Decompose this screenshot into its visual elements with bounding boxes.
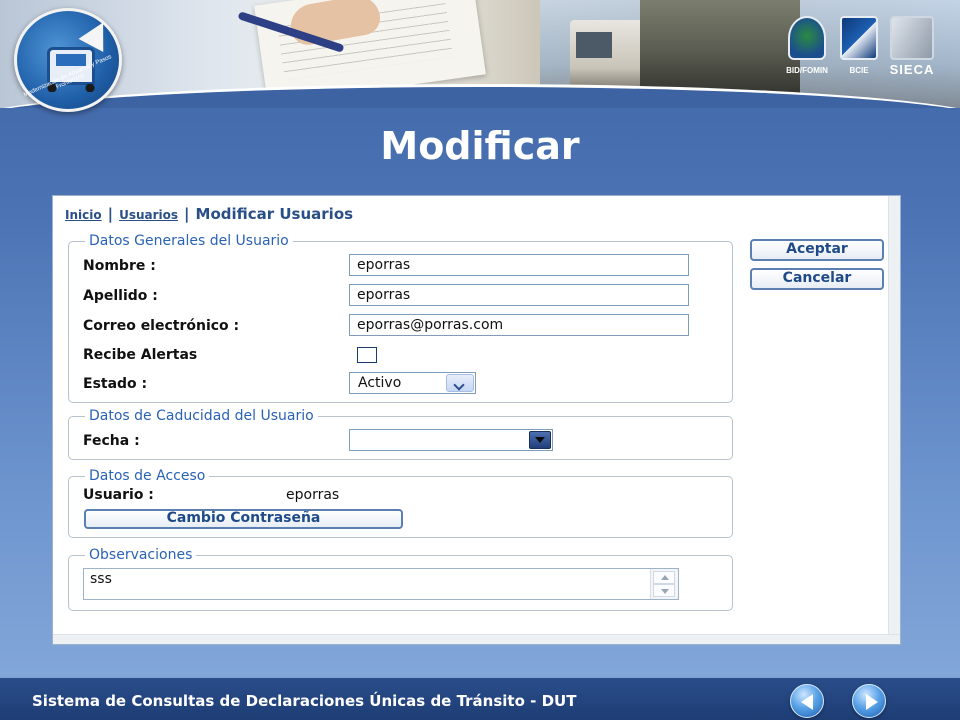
- name-field[interactable]: eporras: [349, 254, 689, 276]
- footer-title: Sistema de Consultas de Declaraciones Ún…: [32, 692, 577, 710]
- dropdown-arrow-icon[interactable]: [529, 431, 551, 449]
- sponsor-caption: BID/FOMIN: [786, 66, 828, 75]
- breadcrumb-current: Modificar Usuarios: [195, 205, 354, 223]
- breadcrumb: Inicio | Usuarios | Modificar Usuarios: [65, 204, 353, 223]
- notes-scrollbar[interactable]: [650, 569, 678, 599]
- bottom-bar: [53, 634, 900, 644]
- lastname-label: Apellido :: [83, 288, 158, 304]
- breadcrumb-home-link[interactable]: Inicio: [65, 208, 102, 222]
- status-select-value: Activo: [358, 375, 402, 391]
- project-logo: Modernización de Aduanas y Pasos Fronter…: [14, 8, 122, 112]
- date-label: Fecha :: [83, 433, 140, 449]
- cancel-button[interactable]: Cancelar: [750, 268, 884, 290]
- breadcrumb-separator: |: [184, 205, 190, 223]
- scroll-up-icon[interactable]: [653, 571, 675, 584]
- name-label: Nombre :: [83, 258, 156, 274]
- sponsor-caption: BCIE: [849, 66, 869, 75]
- breadcrumb-separator: |: [107, 205, 114, 223]
- alerts-label: Recibe Alertas: [83, 347, 198, 363]
- bcie-emblem-icon: [840, 16, 878, 60]
- date-select[interactable]: [349, 429, 553, 451]
- previous-slide-button[interactable]: [790, 684, 824, 718]
- expiry-data-legend: Datos de Caducidad del Usuario: [89, 408, 314, 424]
- general-data-legend: Datos Generales del Usuario: [89, 233, 289, 249]
- user-label: Usuario :: [83, 487, 154, 503]
- user-value: eporras: [286, 487, 340, 503]
- sponsor-caption: SIECA: [889, 62, 935, 77]
- bid-emblem-icon: [788, 16, 826, 60]
- email-field[interactable]: eporras@porras.com: [349, 314, 689, 336]
- breadcrumb-users-link[interactable]: Usuarios: [119, 208, 178, 222]
- status-select[interactable]: Activo: [349, 372, 476, 394]
- scrollbar-track[interactable]: [888, 196, 900, 644]
- scroll-down-icon[interactable]: [653, 584, 675, 597]
- sieca-map-icon: [890, 16, 934, 60]
- next-slide-button[interactable]: [852, 684, 886, 718]
- banner-trailer-image: [640, 0, 800, 100]
- status-label: Estado :: [83, 376, 148, 392]
- notes-text: sss: [90, 571, 112, 587]
- notes-textarea[interactable]: sss: [83, 568, 679, 600]
- alerts-checkbox[interactable]: [357, 347, 377, 363]
- access-data-legend: Datos de Acceso: [89, 468, 206, 484]
- email-label: Correo electrónico :: [83, 318, 240, 334]
- sponsor-bcie: BCIE: [836, 16, 882, 82]
- slide-title: Modificar: [380, 124, 580, 168]
- app-screen: Inicio | Usuarios | Modificar Usuarios Acept…: [52, 195, 901, 645]
- accept-button[interactable]: Aceptar: [750, 239, 884, 261]
- change-password-button[interactable]: Cambio Contraseña: [84, 509, 403, 529]
- sponsor-bid-fomin: BID/FOMIN: [784, 16, 830, 82]
- chevron-down-icon[interactable]: [446, 374, 474, 392]
- sponsor-sieca: SIECA: [884, 16, 940, 82]
- lastname-field[interactable]: eporras: [349, 284, 689, 306]
- notes-legend: Observaciones: [89, 547, 193, 563]
